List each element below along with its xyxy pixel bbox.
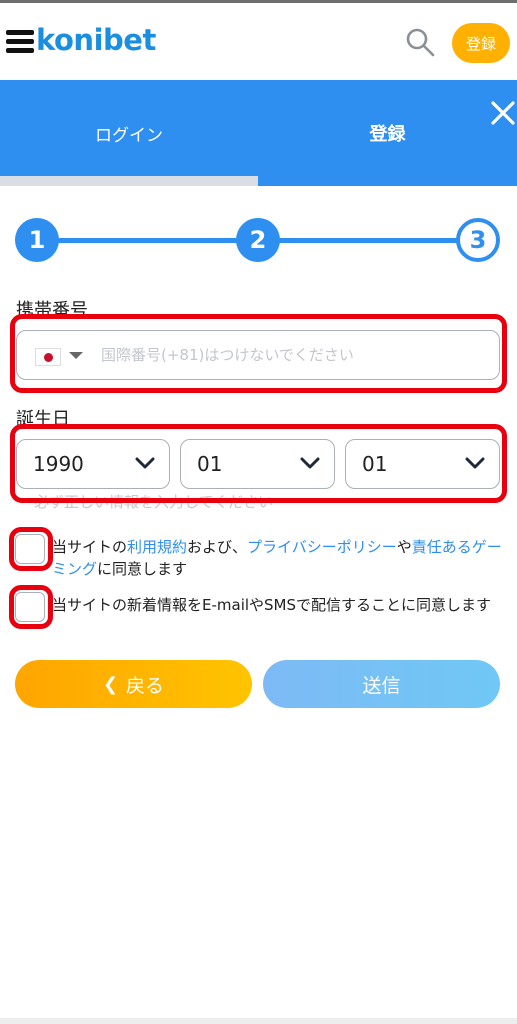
phone-label: 携帯番号 [16, 300, 88, 321]
dob-month-select[interactable]: 01 [180, 439, 335, 489]
step-2: 2 [236, 218, 280, 262]
step-1: 1 [15, 218, 59, 262]
chevron-left-icon: ❮ [102, 673, 119, 695]
chevron-down-icon [465, 457, 485, 469]
site-header: konibet 登録 [0, 3, 517, 80]
chevron-down-icon [135, 457, 155, 469]
close-icon[interactable] [490, 100, 516, 126]
dob-month-value: 01 [197, 452, 223, 476]
dob-year-value: 1990 [33, 452, 84, 476]
search-icon[interactable] [405, 27, 435, 57]
dob-day-select[interactable]: 01 [345, 439, 500, 489]
tab-login[interactable]: ログイン [0, 80, 258, 186]
step-3-current: 3 [456, 218, 500, 262]
bottom-strip [0, 1018, 517, 1024]
dob-hint-text: 必ず正しい情報を入力してください [34, 493, 274, 511]
terms-suffix: に同意します [97, 560, 188, 578]
tab-login-underline [0, 176, 258, 186]
terms-mid2: や [396, 538, 412, 556]
brand-logo[interactable]: konibet [36, 23, 156, 57]
dob-year-select[interactable]: 1990 [16, 439, 170, 489]
tab-register-underline [258, 178, 517, 186]
registration-stepper: 1 2 3 [0, 210, 517, 270]
header-register-button[interactable]: 登録 [452, 23, 510, 63]
hamburger-menu-icon[interactable] [6, 30, 34, 54]
caret-down-icon[interactable] [69, 352, 83, 359]
terms-link[interactable]: 利用規約 [127, 538, 187, 556]
terms-prefix: 当サイトの [52, 538, 128, 556]
back-button-label: 戻る [126, 674, 165, 697]
newsletter-agreement-text: 当サイトの新着情報をE-mailやSMSで配信することに同意します [52, 596, 492, 614]
auth-tabs: ログイン 登録 [0, 80, 517, 186]
tab-register[interactable]: 登録 [258, 80, 517, 186]
chevron-down-icon [300, 457, 320, 469]
phone-field [16, 330, 500, 380]
privacy-policy-link[interactable]: プライバシーポリシー [247, 538, 397, 556]
newsletter-checkbox[interactable] [15, 592, 45, 622]
back-button[interactable]: ❮ 戻る [15, 660, 252, 708]
terms-checkbox[interactable] [15, 534, 45, 564]
terms-mid: および、 [187, 538, 248, 556]
submit-button[interactable]: 送信 [263, 660, 500, 708]
dob-day-value: 01 [362, 452, 388, 476]
terms-agreement-text: 当サイトの利用規約および、プライバシーポリシーや責任あるゲーミングに同意します [52, 536, 502, 580]
dob-label: 誕生日 [16, 409, 70, 430]
phone-input[interactable] [101, 337, 491, 373]
japan-flag-icon[interactable] [35, 348, 61, 366]
